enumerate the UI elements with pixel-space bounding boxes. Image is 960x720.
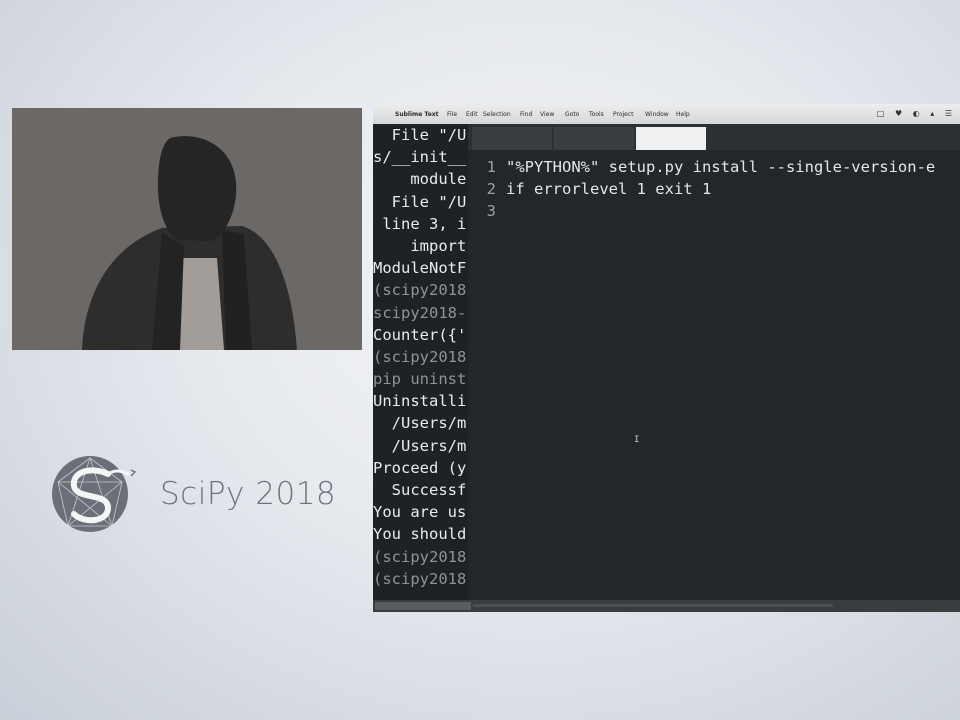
terminal-line: Uninstalli xyxy=(373,392,467,411)
menu-file[interactable]: File xyxy=(447,111,457,118)
menu-selection[interactable]: Selection xyxy=(483,111,511,118)
terminal-line: module xyxy=(373,170,467,189)
terminal-line: Proceed (y xyxy=(373,458,467,477)
menu-goto[interactable]: Goto xyxy=(565,111,579,118)
speaker-video xyxy=(12,108,362,350)
code-line[interactable]: 1 "%PYTHON%" setup.py install --single-ve… xyxy=(468,156,960,178)
terminal-line: /Users/m xyxy=(373,436,467,455)
line-number: 2 xyxy=(486,180,496,198)
menu-edit[interactable]: Edit xyxy=(466,111,478,118)
terminal-line: (scipy2018 xyxy=(373,547,467,566)
terminal-line: s/__init__ xyxy=(373,148,467,167)
scipy-snake-logo xyxy=(52,456,137,532)
tab-bar xyxy=(468,124,960,150)
speaker-silhouette xyxy=(12,108,362,350)
terminal-line: (scipy2018 xyxy=(373,281,467,300)
menu-find[interactable]: Find xyxy=(520,111,532,118)
terminal-line: pip uninst xyxy=(373,370,467,389)
terminal-line: ModuleNotF xyxy=(373,259,467,278)
terminal-line: (scipy2018 xyxy=(373,569,467,588)
code-line[interactable]: 3 xyxy=(468,200,960,222)
menu-app-name[interactable]: Sublime Text xyxy=(395,111,439,118)
code-area[interactable]: 1 "%PYTHON%" setup.py install --single-ve… xyxy=(468,156,960,222)
terminal-line: scipy2018- xyxy=(373,303,467,322)
projected-screen: Sublime Text File Edit Selection Find Vi… xyxy=(373,104,960,612)
terminal-line: import xyxy=(373,236,467,255)
status-icons: □ ♥ ◐ ▴ ☰ xyxy=(876,109,956,118)
text-cursor-icon: I xyxy=(634,435,640,445)
code-text: if errorlevel 1 exit 1 xyxy=(506,180,712,198)
tab-active[interactable] xyxy=(636,127,706,150)
terminal-line: File "/U xyxy=(373,192,467,211)
terminal-line: line 3, i xyxy=(373,214,467,233)
menu-project[interactable]: Project xyxy=(613,111,634,118)
line-number: 3 xyxy=(486,202,496,220)
line-number: 1 xyxy=(486,158,496,176)
menu-tools[interactable]: Tools xyxy=(589,111,604,118)
editor-status xyxy=(473,604,833,607)
menu-view[interactable]: View xyxy=(540,111,554,118)
menu-help[interactable]: Help xyxy=(676,111,690,118)
terminal-line: /Users/m xyxy=(373,414,467,433)
tab-2[interactable] xyxy=(554,127,634,150)
terminal-status xyxy=(375,602,471,610)
tab-1[interactable] xyxy=(472,127,552,150)
terminal-line: Successf xyxy=(373,481,467,499)
terminal-pane[interactable]: File "/U s/__init__ module File "/U line … xyxy=(373,124,468,600)
code-text: "%PYTHON%" setup.py install --single-ver… xyxy=(506,158,936,176)
status-bar xyxy=(373,600,960,612)
terminal-line: (scipy2018 xyxy=(373,347,467,366)
terminal-line: You should xyxy=(373,525,467,544)
menu-bar: Sublime Text File Edit Selection Find Vi… xyxy=(373,104,960,124)
editor-pane[interactable]: 1 "%PYTHON%" setup.py install --single-ve… xyxy=(468,124,960,600)
terminal-line: File "/U xyxy=(373,126,467,144)
terminal-line: You are us xyxy=(373,503,467,522)
menu-window[interactable]: Window xyxy=(645,111,669,118)
code-line[interactable]: 2 if errorlevel 1 exit 1 xyxy=(468,178,960,200)
terminal-line: Counter({' xyxy=(373,325,467,344)
scipy-2018-wordmark: SciPy 2018 xyxy=(160,476,337,512)
